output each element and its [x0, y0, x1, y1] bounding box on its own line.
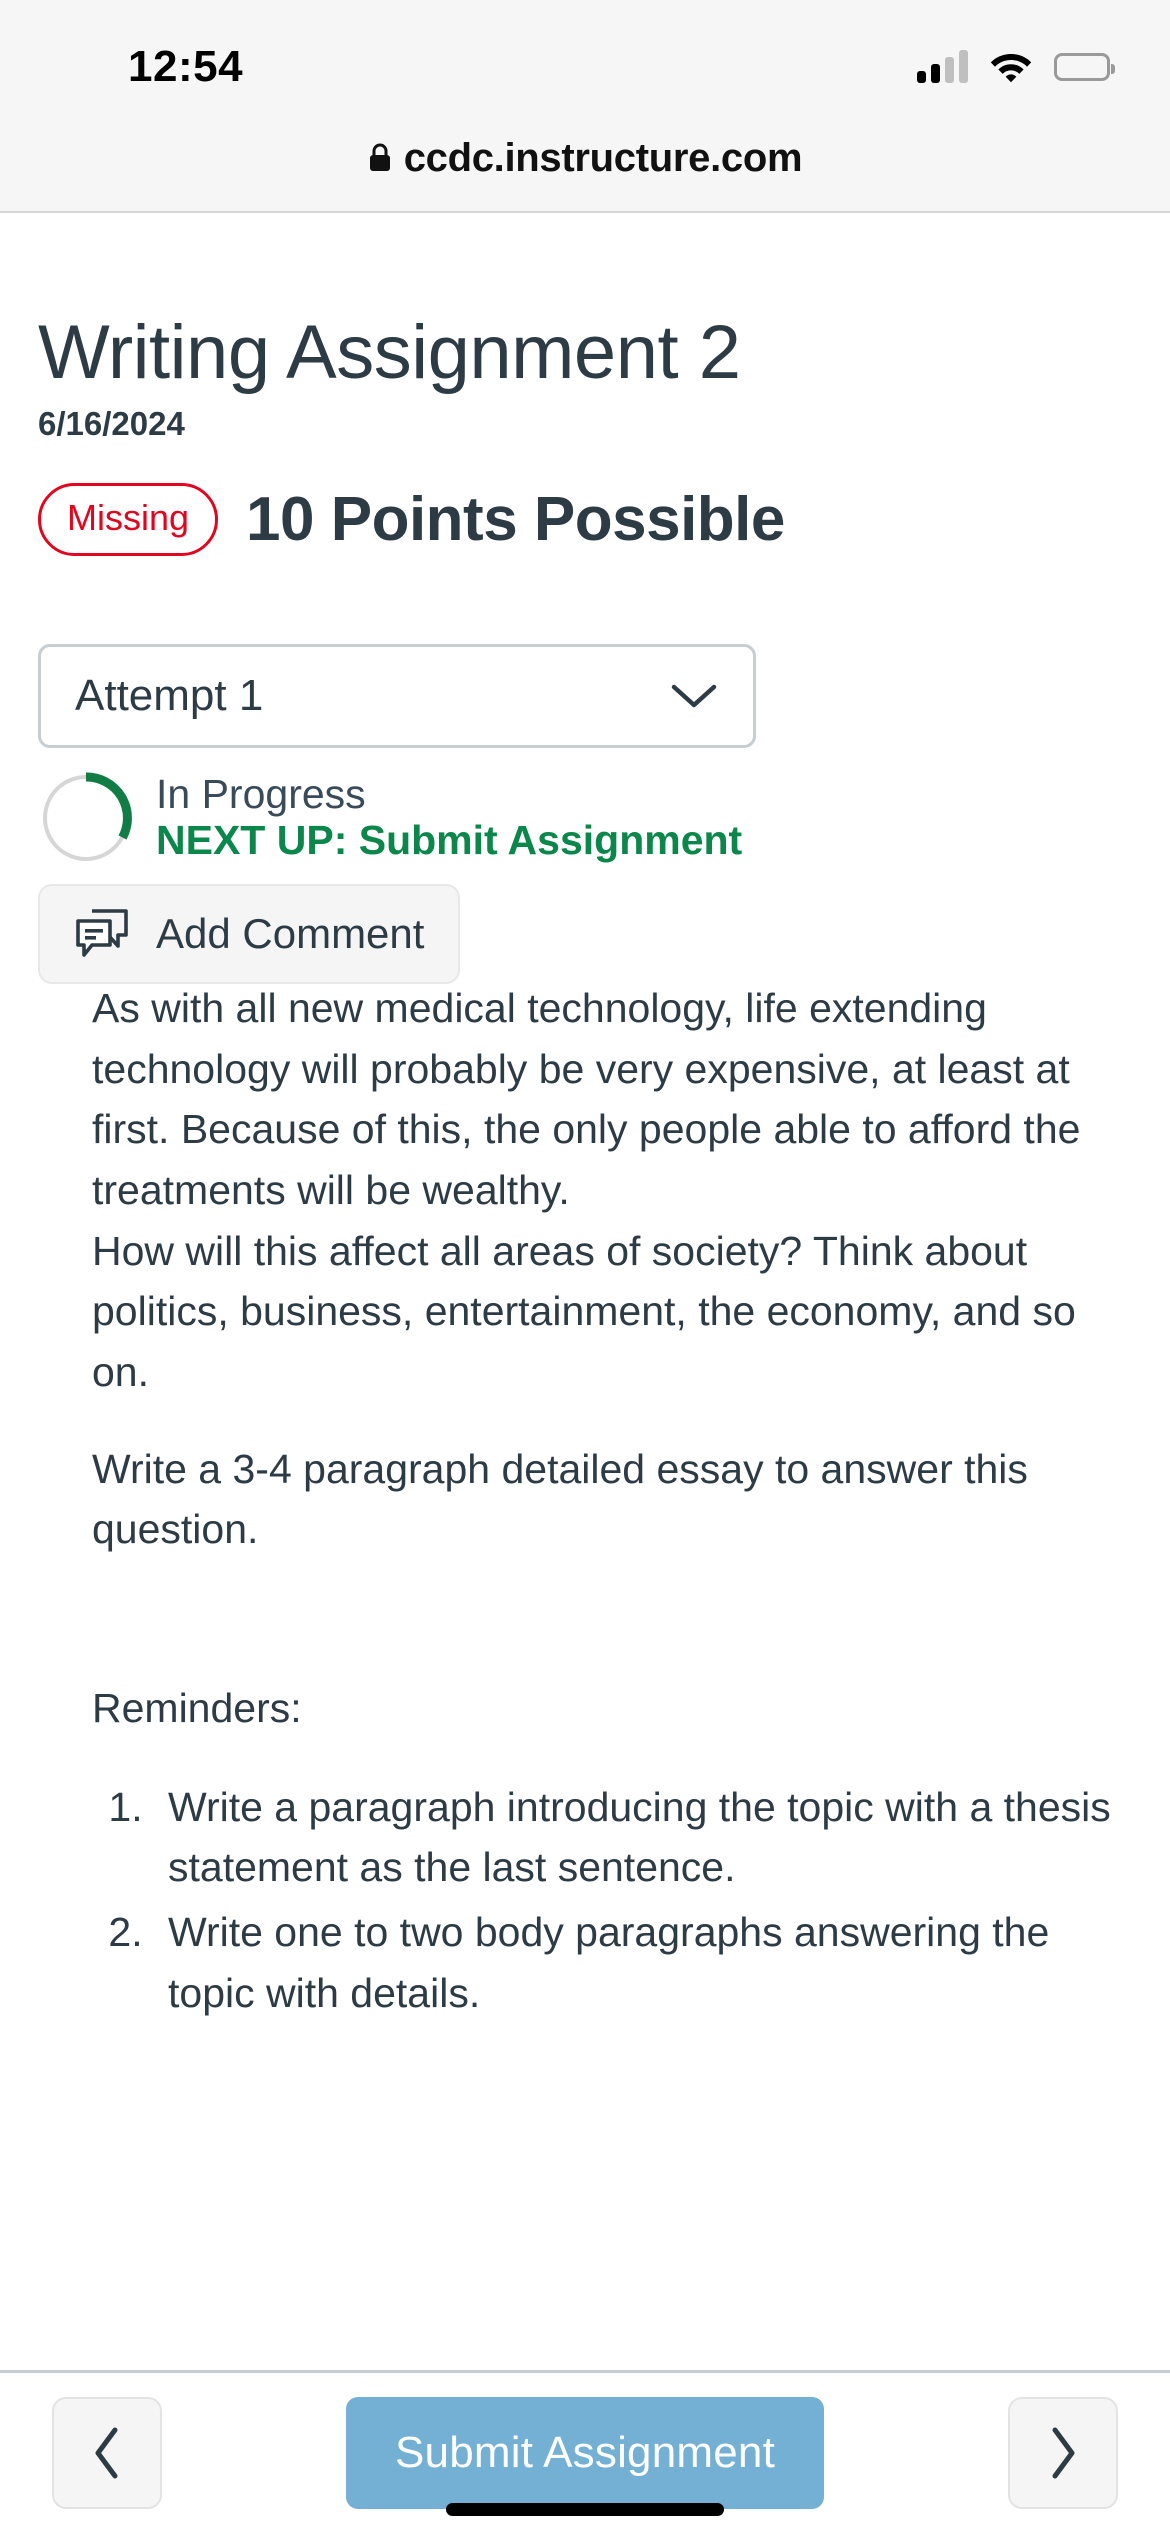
page-title: Writing Assignment 2: [38, 310, 741, 395]
progress-ring-icon: [38, 770, 134, 866]
previous-button[interactable]: [52, 2396, 162, 2509]
progress-status-label: In Progress: [156, 771, 366, 818]
assignment-description: As with all new medical technology, life…: [0, 978, 1170, 2023]
assignment-page: Writing Assignment 2 6/16/2024 Missing 1…: [0, 213, 1170, 2532]
status-bar: 12:54: [0, 0, 1170, 120]
attempt-select-value: Attempt 1: [75, 671, 264, 720]
status-bar-icons: [917, 37, 1115, 83]
submit-assignment-button[interactable]: Submit Assignment: [346, 2396, 824, 2509]
home-indicator: [446, 2503, 724, 2516]
attempt-select[interactable]: Attempt 1: [38, 644, 756, 748]
battery-icon: [1054, 53, 1115, 81]
cellular-signal-icon: [917, 50, 968, 83]
assignment-due-date: 6/16/2024: [38, 405, 185, 442]
add-comment-button[interactable]: Add Comment: [38, 884, 461, 984]
next-button[interactable]: [1008, 2396, 1118, 2509]
lock-icon: [368, 143, 392, 173]
description-paragraph-3: Write a 3-4 paragraph detailed essay to …: [92, 1445, 1028, 1553]
bottom-navigation-bar: Submit Assignment: [0, 2370, 1170, 2532]
list-item: Write one to two body paragraphs answeri…: [154, 1902, 1130, 2023]
add-comment-label: Add Comment: [156, 910, 425, 957]
points-possible: 10 Points Possible: [246, 485, 785, 554]
url-text: ccdc.instructure.com: [403, 135, 803, 180]
status-bar-clock: 12:54: [128, 42, 244, 91]
progress-text-group: In Progress NEXT UP: Submit Assignment: [156, 771, 743, 864]
attempt-progress: In Progress NEXT UP: Submit Assignment: [38, 770, 1170, 866]
comment-icon: [74, 908, 130, 960]
list-item: Write a paragraph introducing the topic …: [154, 1777, 1130, 1898]
description-paragraph-1: As with all new medical technology, life…: [92, 985, 1081, 1214]
description-paragraph-2: How will this affect all areas of societ…: [92, 1227, 1076, 1396]
reminders-label: Reminders:: [92, 1685, 302, 1732]
browser-url-bar[interactable]: ccdc.instructure.com: [0, 118, 1170, 198]
chevron-left-icon: [90, 2425, 124, 2481]
assignment-header: Writing Assignment 2 6/16/2024 Missing 1…: [0, 213, 1170, 556]
wifi-icon: [990, 51, 1032, 83]
progress-next-up-label: NEXT UP: Submit Assignment: [156, 817, 743, 863]
reminders-list: Write a paragraph introducing the topic …: [92, 1777, 1130, 2024]
chevron-right-icon: [1046, 2425, 1080, 2481]
chevron-down-icon: [671, 683, 717, 709]
assignment-status-row: Missing 10 Points Possible: [38, 483, 1132, 556]
browser-chrome: 12:54 ccdc.instructure.com: [0, 0, 1170, 213]
status-badge: Missing: [38, 483, 219, 556]
